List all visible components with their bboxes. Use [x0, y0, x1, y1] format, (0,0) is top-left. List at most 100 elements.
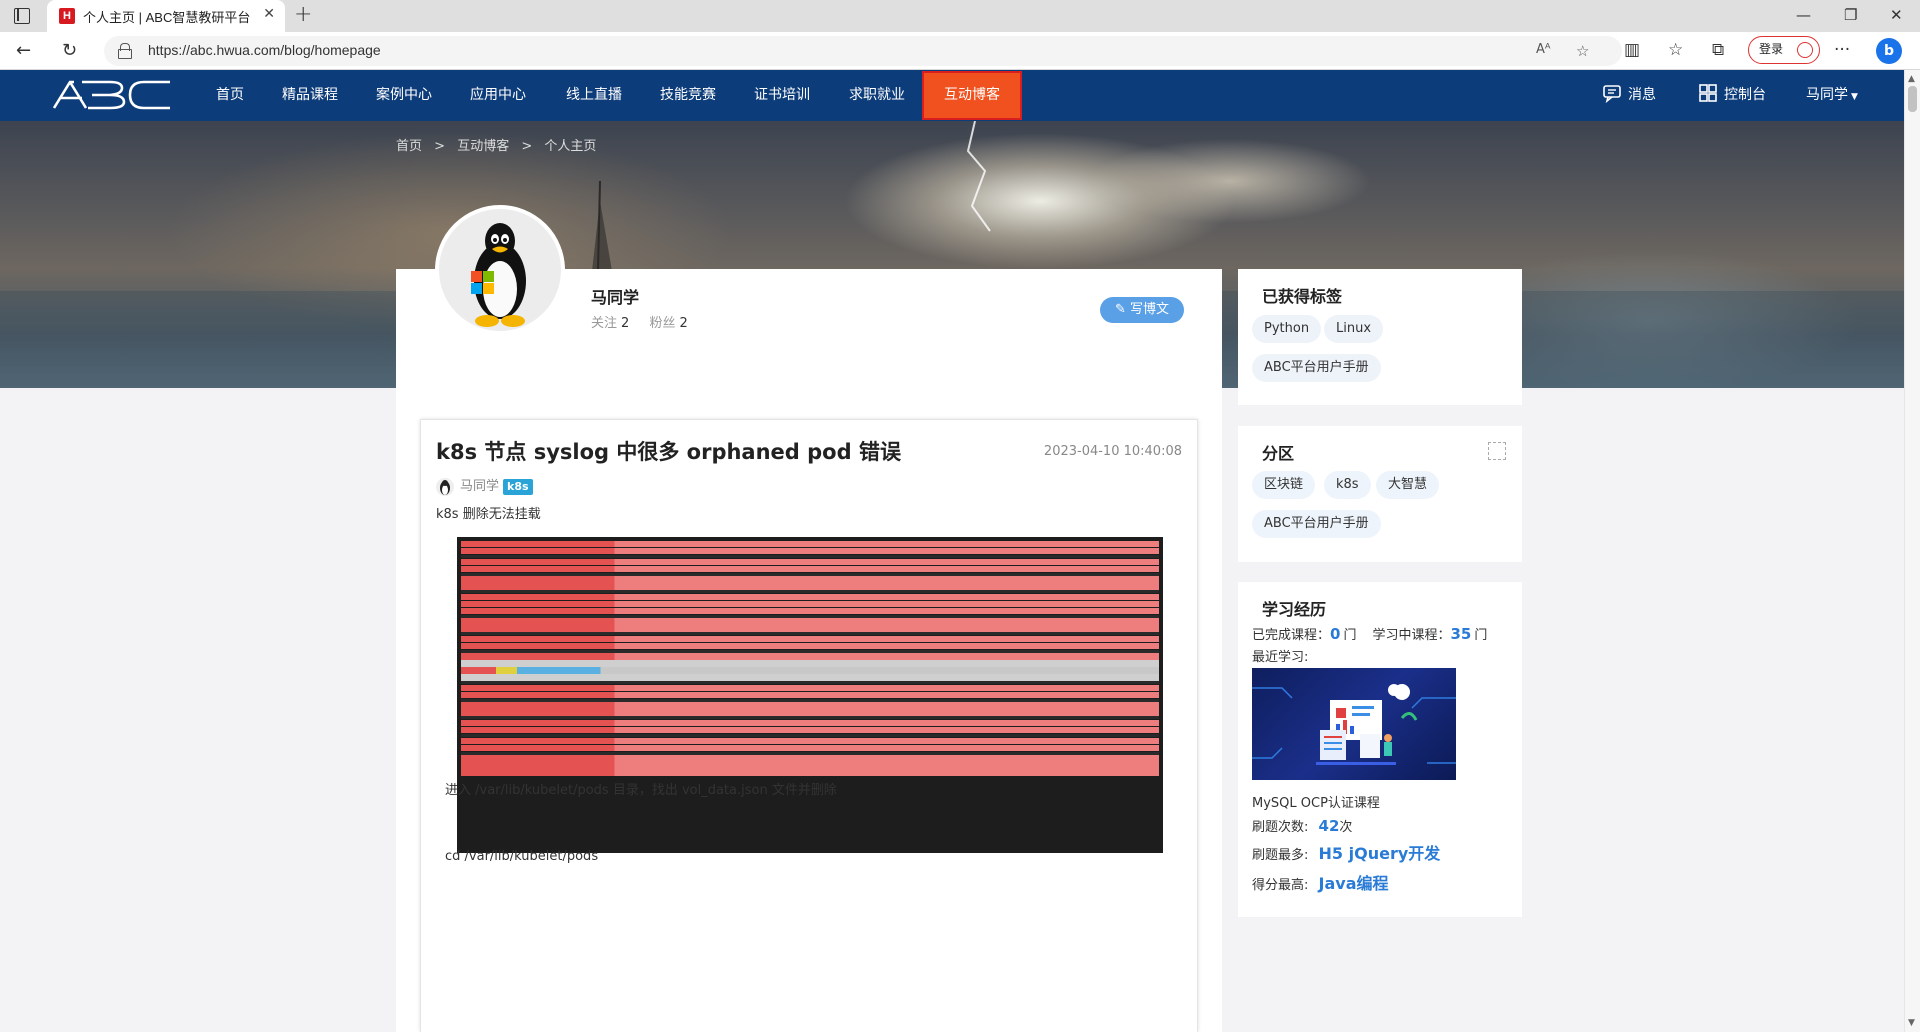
partition-title: 分区 [1262, 444, 1295, 463]
nav-apps[interactable]: 应用中心 [464, 70, 532, 121]
user-menu[interactable]: 马同学 ▼ [1806, 70, 1858, 121]
unit-label: 门 [1474, 628, 1488, 643]
terminal-log-line [461, 649, 1159, 653]
favorite-star-icon[interactable]: ☆ [1576, 42, 1589, 60]
tag-chip[interactable]: Python [1252, 315, 1322, 343]
terminal-log-line [461, 674, 1159, 681]
follow-count[interactable]: 2 [621, 316, 629, 331]
tab-actions-icon[interactable] [14, 8, 30, 24]
collections-icon[interactable]: ⧉ [1712, 40, 1724, 60]
url-field[interactable]: https://abc.hwua.com/blog/homepage Aᴬ ☆ [104, 36, 1622, 66]
breadcrumb-sep: > [521, 139, 533, 154]
user-avatar[interactable] [435, 205, 565, 335]
terminal-log-line [461, 600, 1159, 608]
terminal-log-line [461, 681, 1159, 685]
terminal-log-line [461, 769, 1159, 776]
post-title[interactable]: k8s 节点 syslog 中很多 orphaned pod 错误 [436, 436, 901, 466]
user-name-label: 马同学 [1806, 87, 1848, 103]
lock-icon[interactable] [118, 43, 132, 59]
tab-title: 个人主页 | ABC智慧教研平台 [83, 10, 251, 25]
earned-tags-title: 已获得标签 [1262, 287, 1343, 306]
tab-close-icon[interactable]: ✕ [263, 6, 275, 22]
best-score-row: 得分最高: Java编程 [1252, 870, 1389, 894]
terminal-log-line [461, 744, 1159, 751]
terminal-log-line [461, 576, 1159, 583]
breadcrumb-home[interactable]: 首页 [396, 139, 422, 154]
close-window-icon[interactable]: ✕ [1890, 6, 1903, 24]
post-author[interactable]: 马同学 [460, 479, 499, 494]
terminal-log-line [461, 547, 1159, 555]
partition-chip[interactable]: k8s [1324, 471, 1371, 499]
more-menu-icon[interactable]: ··· [1834, 40, 1850, 60]
restore-icon[interactable]: ❐ [1844, 6, 1857, 24]
best-value[interactable]: Java编程 [1319, 874, 1389, 893]
blog-post: k8s 节点 syslog 中很多 orphaned pod 错误 2023-0… [420, 419, 1198, 1032]
terminal-log-line [461, 755, 1159, 762]
recent-course-image[interactable] [1252, 668, 1456, 780]
breadcrumb-sep: > [434, 139, 446, 154]
scroll-down-icon[interactable]: ▼ [1908, 1018, 1915, 1028]
write-post-label: 写博文 [1130, 302, 1170, 317]
terminal-log-line [461, 572, 1159, 576]
nav-blog[interactable]: 互动博客 [922, 71, 1022, 120]
page-scrollbar[interactable]: ▲ ▼ [1904, 70, 1920, 1032]
back-icon[interactable]: ← [16, 40, 31, 61]
terminal-log-line [461, 698, 1159, 702]
partition-chip[interactable]: 大智慧 [1376, 471, 1440, 499]
post-command: cd /var/lib/kubelet/pods [445, 849, 599, 864]
terminal-log-line [461, 751, 1159, 755]
nav-certificate[interactable]: 证书培训 [748, 70, 816, 121]
post-paragraph: 进入 /var/lib/kubelet/pods 目录，找出 vol_data.… [445, 783, 837, 798]
fans-count[interactable]: 2 [679, 316, 687, 331]
tag-chip[interactable]: Linux [1324, 315, 1384, 343]
address-bar: ← ↻ https://abc.hwua.com/blog/homepage A… [0, 32, 1920, 70]
browser-login-button[interactable]: 登录 [1748, 36, 1820, 64]
recent-course-name[interactable]: MySQL OCP认证课程 [1252, 792, 1380, 811]
read-aloud-icon[interactable]: Aᴬ [1536, 42, 1551, 57]
partition-chip[interactable]: 区块链 [1252, 471, 1316, 499]
nav-home[interactable]: 首页 [204, 70, 256, 121]
partition-chip[interactable]: ABC平台用户手册 [1252, 510, 1381, 538]
earned-tags-card: 已获得标签 Python Linux ABC平台用户手册 [1238, 269, 1522, 405]
expand-icon[interactable] [1488, 442, 1506, 460]
completed-value: 0 [1330, 625, 1341, 643]
scroll-thumb[interactable] [1908, 86, 1917, 112]
url-text[interactable]: https://abc.hwua.com/blog/homepage [148, 42, 381, 58]
new-tab-icon[interactable]: + [294, 2, 312, 27]
nav-contest[interactable]: 技能竞赛 [654, 70, 722, 121]
profile-name: 马同学 [591, 288, 640, 307]
most-value[interactable]: H5 jQuery开发 [1319, 844, 1441, 863]
nav-cases[interactable]: 案例中心 [370, 70, 438, 121]
nav-courses[interactable]: 精品课程 [276, 70, 344, 121]
abc-logo[interactable] [52, 80, 172, 110]
breadcrumb-blog[interactable]: 互动博客 [457, 139, 509, 154]
study-card: 学习经历 已完成课程：0 门学习中课程：35 门 最近学习: MySQL OCP认证… [1238, 582, 1522, 917]
terminal-log-line [461, 632, 1159, 636]
refresh-icon[interactable]: ↻ [62, 40, 77, 61]
post-description: k8s 删除无法挂载 [436, 507, 541, 522]
scroll-up-icon[interactable]: ▲ [1908, 74, 1915, 84]
terminal-log-line [461, 684, 1159, 692]
post-tag[interactable]: k8s [503, 479, 533, 495]
messages-label: 消息 [1628, 87, 1656, 103]
terminal-log-line [461, 607, 1159, 615]
minimize-icon[interactable]: — [1796, 6, 1811, 24]
messages-link[interactable]: 消息 [1602, 70, 1656, 121]
nav-jobs[interactable]: 求职就业 [843, 70, 911, 121]
console-link[interactable]: 控制台 [1698, 70, 1766, 121]
favorites-icon[interactable]: ☆ [1668, 40, 1683, 60]
split-screen-icon[interactable]: ▥ [1624, 40, 1640, 60]
tag-chip[interactable]: ABC平台用户手册 [1252, 354, 1381, 382]
study-title: 学习经历 [1262, 600, 1327, 619]
terminal-log-line [461, 733, 1159, 737]
terminal-log-line [461, 653, 1159, 660]
pencil-icon: ✎ [1114, 302, 1126, 317]
copilot-icon[interactable]: b [1876, 38, 1902, 64]
browser-tab[interactable]: H 个人主页 | ABC智慧教研平台 ✕ [47, 0, 285, 32]
message-icon [1603, 85, 1621, 103]
nav-live[interactable]: 线上直播 [560, 70, 628, 121]
recent-label: 最近学习: [1252, 650, 1309, 665]
practice-label: 刷题次数: [1252, 820, 1309, 835]
author-avatar[interactable] [436, 477, 454, 496]
write-post-button[interactable]: ✎ 写博文 [1100, 297, 1184, 323]
